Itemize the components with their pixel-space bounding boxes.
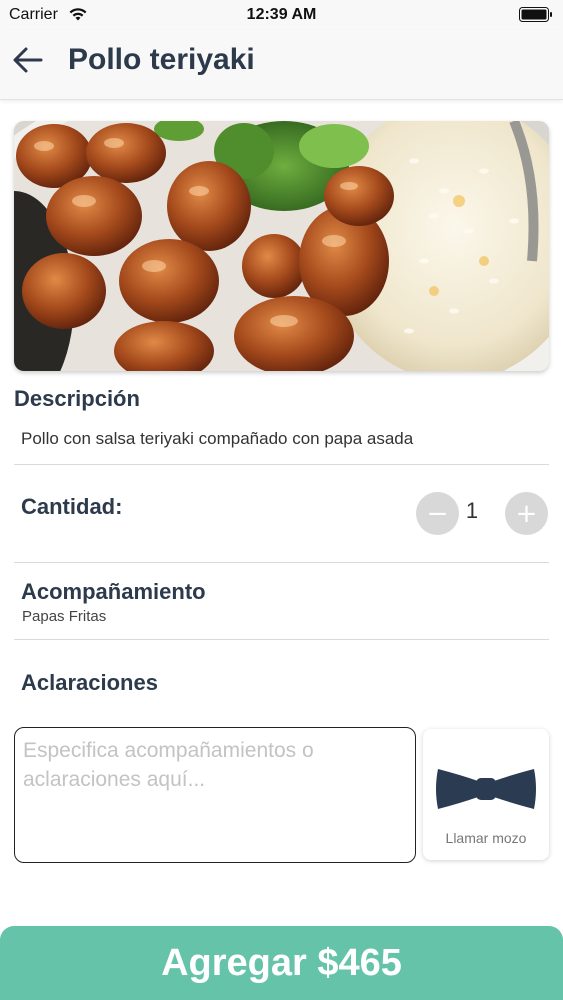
navigation-bar: Pollo teriyaki xyxy=(0,30,563,100)
quantity-label: Cantidad: xyxy=(21,494,123,519)
notes-title: Aclaraciones xyxy=(21,670,158,695)
description-title: Descripción xyxy=(14,386,140,411)
side-dish-value[interactable]: Papas Fritas xyxy=(22,608,106,625)
status-bar: Carrier 12:39 AM xyxy=(0,0,563,30)
call-waiter-label: Llamar mozo xyxy=(445,830,527,846)
divider xyxy=(14,639,549,640)
decrease-quantity-button[interactable]: − xyxy=(416,492,459,535)
description-text: Pollo con salsa teriyaki compañado con p… xyxy=(21,429,414,448)
call-waiter-button[interactable]: Llamar mozo xyxy=(423,729,549,860)
dish-image xyxy=(14,121,549,371)
divider xyxy=(14,562,549,563)
add-to-order-label: Agregar $465 xyxy=(161,941,402,984)
add-to-order-button[interactable]: Agregar $465 xyxy=(0,926,563,1000)
battery-icon xyxy=(519,7,552,22)
side-dish-title[interactable]: Acompañamiento xyxy=(21,579,206,605)
bowtie-icon xyxy=(436,769,536,809)
quantity-value: 1 xyxy=(465,498,479,523)
arrow-left-icon xyxy=(13,47,43,73)
clock: 12:39 AM xyxy=(246,6,317,23)
increase-quantity-button[interactable]: + xyxy=(505,492,548,535)
divider xyxy=(14,464,549,465)
back-button[interactable] xyxy=(10,42,46,78)
page-title: Pollo teriyaki xyxy=(68,43,255,76)
notes-input[interactable] xyxy=(14,727,416,863)
